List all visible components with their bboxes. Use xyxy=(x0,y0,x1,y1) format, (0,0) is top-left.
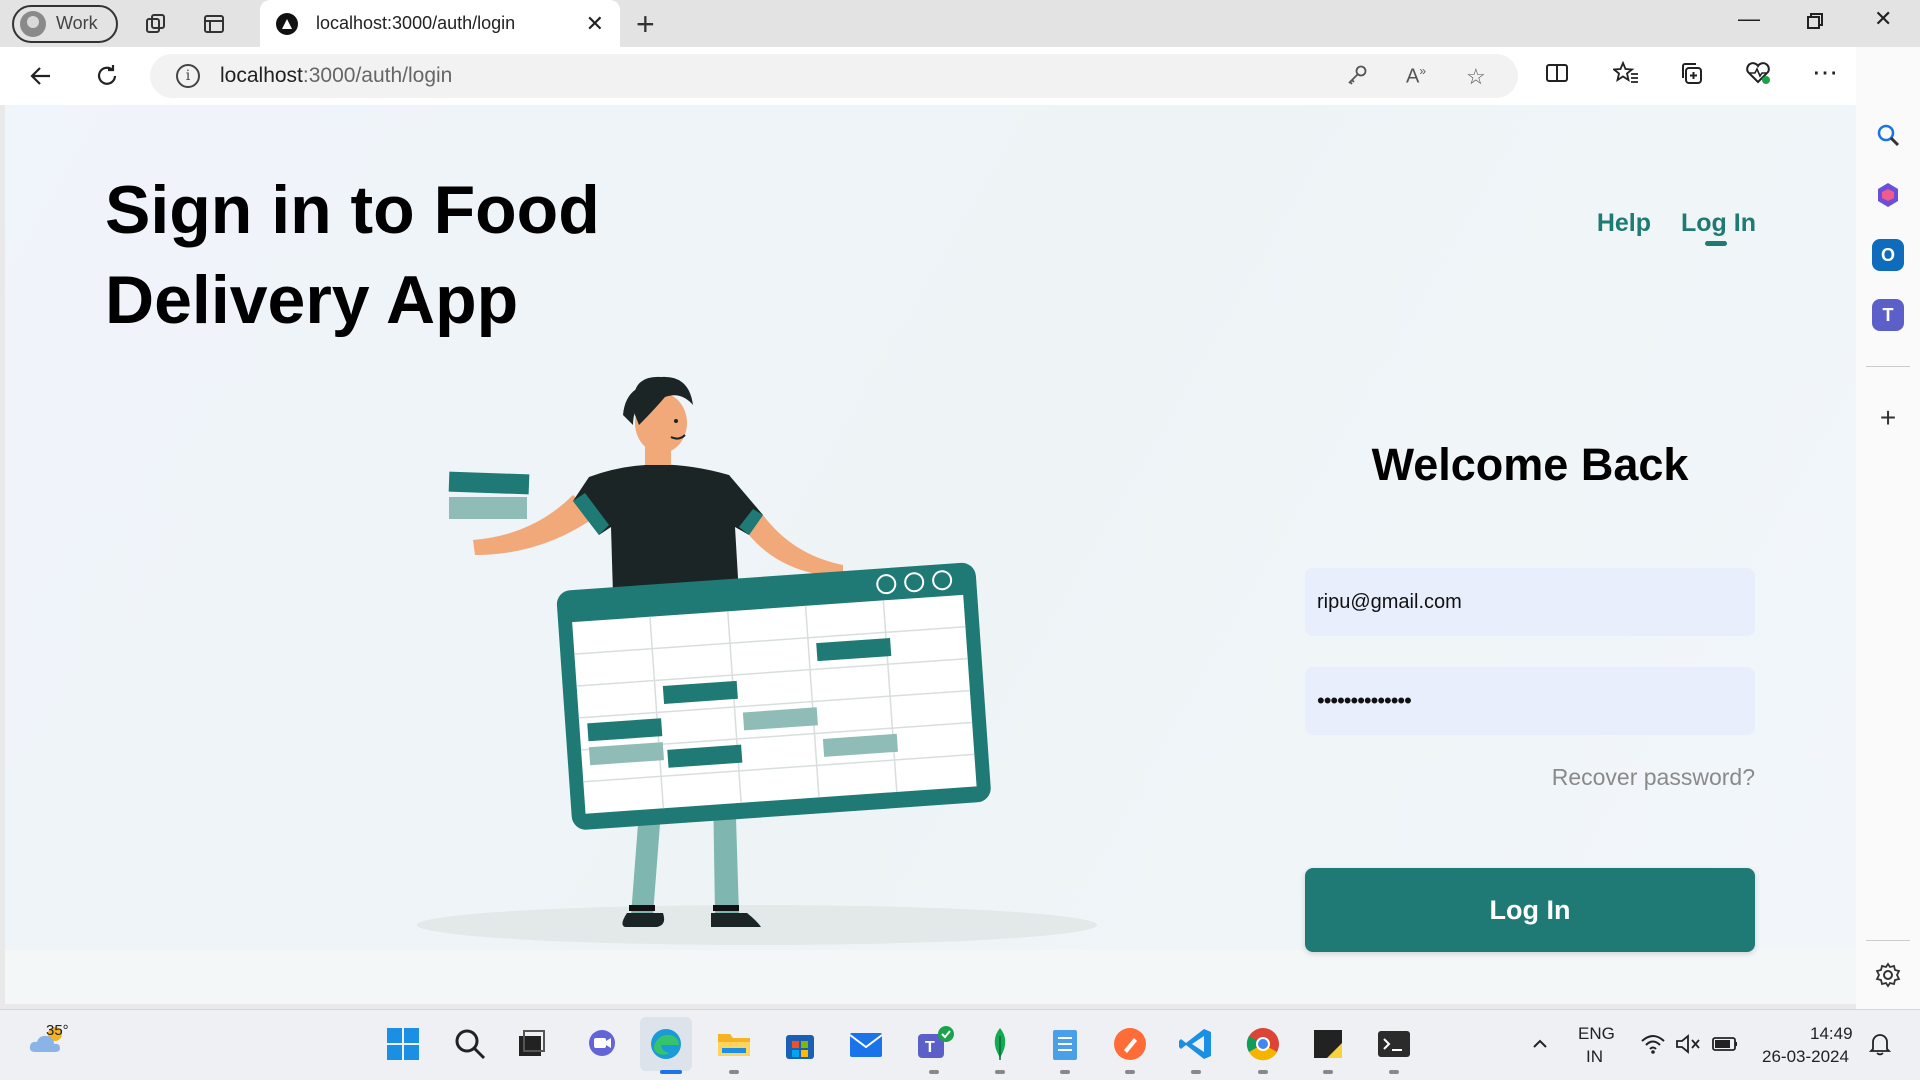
page-bottom-strip xyxy=(5,950,1856,1004)
refresh-icon[interactable] xyxy=(90,59,124,93)
close-tab-icon[interactable]: ✕ xyxy=(586,11,604,37)
notepad-icon[interactable] xyxy=(1045,1024,1085,1064)
login-illustration xyxy=(417,376,1097,945)
battery-icon[interactable] xyxy=(1705,1024,1745,1064)
collections-icon[interactable] xyxy=(1679,61,1703,92)
windows-taskbar: 35° T ENG IN 14:49 26-03-2024 xyxy=(0,1009,1920,1080)
favorites-icon[interactable] xyxy=(1611,60,1639,92)
key-icon[interactable] xyxy=(1346,64,1368,92)
nav-login-link[interactable]: Log In xyxy=(1681,209,1756,246)
profile-label: Work xyxy=(56,13,98,33)
profile-avatar-icon xyxy=(20,10,46,37)
store-icon[interactable] xyxy=(780,1024,820,1064)
clock-date[interactable]: 26-03-2024 xyxy=(1762,1047,1849,1067)
terminal-indicator xyxy=(1389,1070,1399,1074)
active-tab[interactable]: localhost:3000/auth/login ✕ xyxy=(260,0,620,47)
password-field[interactable]: •••••••••••••• xyxy=(1305,667,1755,735)
health-icon[interactable] xyxy=(1745,61,1771,92)
profile-button[interactable]: Work xyxy=(12,4,118,43)
wifi-icon[interactable] xyxy=(1633,1024,1673,1064)
tray-chevron-icon[interactable] xyxy=(1520,1024,1560,1064)
tab-actions-icon[interactable] xyxy=(200,10,228,38)
top-nav: Help Log In xyxy=(1597,209,1756,246)
login-button[interactable]: Log In xyxy=(1305,868,1755,952)
terminal-icon[interactable] xyxy=(1374,1024,1414,1064)
read-aloud-icon[interactable]: A» xyxy=(1406,64,1426,89)
back-icon[interactable] xyxy=(24,59,58,93)
weather-temp: 35° xyxy=(46,1022,69,1039)
mongodb-indicator xyxy=(995,1070,1005,1074)
url-text: localhost:3000/auth/login xyxy=(220,64,452,88)
volume-muted-icon[interactable] xyxy=(1668,1024,1708,1064)
recover-password-link[interactable]: Recover password? xyxy=(1305,764,1755,791)
new-tab-icon[interactable]: + xyxy=(636,6,655,43)
sticky-notes-indicator xyxy=(1323,1070,1333,1074)
teams-taskbar-icon[interactable]: T xyxy=(914,1024,954,1064)
vscode-icon[interactable] xyxy=(1176,1024,1216,1064)
taskbar-search-icon[interactable] xyxy=(450,1024,490,1064)
postman-indicator xyxy=(1125,1070,1135,1074)
url-path: :3000/auth/login xyxy=(302,64,453,87)
outlook-icon[interactable]: O xyxy=(1872,239,1904,271)
email-value: ripu@gmail.com xyxy=(1317,590,1462,613)
mongodb-icon[interactable] xyxy=(980,1024,1020,1064)
email-field[interactable]: ripu@gmail.com xyxy=(1305,568,1755,636)
address-toolbar: i localhost:3000/auth/login A» ☆ ⋯ xyxy=(0,47,1920,105)
info-icon[interactable]: i xyxy=(176,64,200,88)
password-value: •••••••••••••• xyxy=(1317,688,1412,713)
minimize-icon[interactable]: — xyxy=(1738,6,1760,32)
settings-icon[interactable] xyxy=(1872,959,1904,991)
explorer-indicator xyxy=(729,1070,739,1074)
workspaces-icon[interactable] xyxy=(142,10,170,38)
welcome-heading: Welcome Back xyxy=(1371,439,1689,490)
close-window-icon[interactable]: ✕ xyxy=(1874,6,1892,32)
notepad-indicator xyxy=(1060,1070,1070,1074)
edge-sidebar: O T + xyxy=(1856,47,1920,1009)
edge-active-indicator xyxy=(660,1070,682,1074)
sticky-notes-icon[interactable] xyxy=(1308,1024,1348,1064)
edge-taskbar-icon[interactable] xyxy=(640,1017,692,1071)
vscode-indicator xyxy=(1191,1070,1201,1074)
star-icon[interactable]: ☆ xyxy=(1466,64,1486,90)
language-primary[interactable]: ENG xyxy=(1578,1024,1615,1044)
page-viewport: Sign in to Food Delivery App Help Log In xyxy=(5,105,1856,1004)
search-icon[interactable] xyxy=(1872,119,1904,151)
teams-indicator xyxy=(929,1070,939,1074)
sidebar-divider-bottom xyxy=(1866,940,1910,941)
sidebar-divider xyxy=(1866,366,1910,367)
split-screen-icon[interactable] xyxy=(1545,61,1569,92)
more-icon[interactable]: ⋯ xyxy=(1812,57,1838,88)
restore-icon[interactable] xyxy=(1806,6,1824,36)
nav-help-link[interactable]: Help xyxy=(1597,209,1651,238)
site-favicon-icon xyxy=(276,12,298,35)
chat-icon[interactable] xyxy=(582,1024,622,1064)
teams-icon[interactable]: T xyxy=(1872,299,1904,331)
notifications-icon[interactable] xyxy=(1860,1024,1900,1064)
file-explorer-icon[interactable] xyxy=(714,1024,754,1064)
language-region: IN xyxy=(1586,1047,1603,1066)
tab-title: localhost:3000/auth/login xyxy=(316,13,516,33)
chrome-indicator xyxy=(1258,1070,1268,1074)
m365-icon[interactable] xyxy=(1872,179,1904,211)
url-host: localhost xyxy=(220,64,303,87)
chrome-icon[interactable] xyxy=(1243,1024,1283,1064)
url-bar[interactable]: i localhost:3000/auth/login A» ☆ xyxy=(150,54,1518,98)
mail-icon[interactable] xyxy=(846,1024,886,1064)
clock-time[interactable]: 14:49 xyxy=(1810,1024,1853,1044)
postman-icon[interactable] xyxy=(1110,1024,1150,1064)
svg-text:T: T xyxy=(925,1039,935,1056)
add-icon[interactable]: + xyxy=(1872,402,1904,434)
task-view-icon[interactable] xyxy=(512,1024,552,1064)
start-icon[interactable] xyxy=(383,1024,423,1064)
